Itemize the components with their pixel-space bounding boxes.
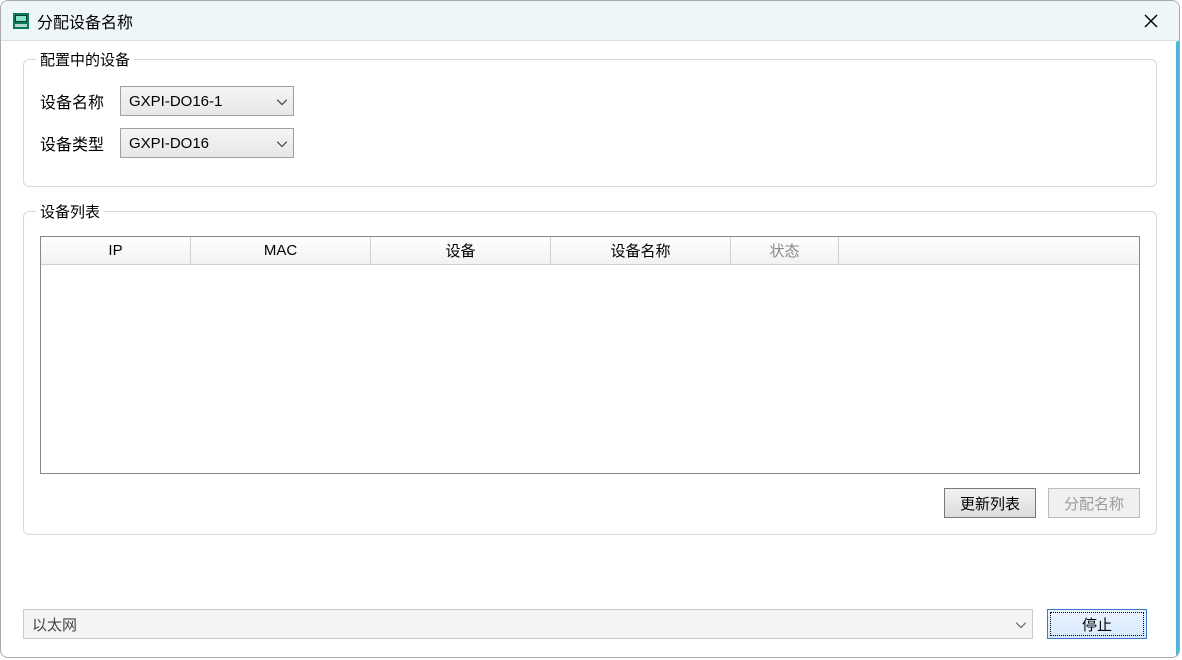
titlebar: 分配设备名称 [1, 1, 1179, 41]
device-list-groupbox: 设备列表 IP MAC 设备 设备名称 状态 更新列表 分配名称 [23, 211, 1157, 535]
chevron-down-icon [1016, 616, 1026, 633]
col-device[interactable]: 设备 [371, 237, 551, 265]
config-groupbox: 配置中的设备 设备名称 GXPI-DO16-1 设备类型 GXPI-DO16 [23, 59, 1157, 187]
device-name-value: GXPI-DO16-1 [129, 93, 222, 110]
network-interface-value: 以太网 [32, 614, 77, 635]
close-icon [1144, 14, 1158, 28]
assign-name-button: 分配名称 [1048, 488, 1140, 518]
window-title: 分配设备名称 [37, 9, 133, 33]
device-name-select[interactable]: GXPI-DO16-1 [120, 86, 294, 116]
chevron-down-icon [277, 135, 287, 152]
device-type-select[interactable]: GXPI-DO16 [120, 128, 294, 158]
label-device-name: 设备名称 [40, 89, 120, 113]
app-icon [13, 13, 29, 29]
label-device-type: 设备类型 [40, 131, 120, 155]
refresh-list-button[interactable]: 更新列表 [944, 488, 1036, 518]
device-list-legend: 设备列表 [36, 201, 104, 222]
stop-button[interactable]: 停止 [1047, 609, 1147, 639]
row-device-name: 设备名称 GXPI-DO16-1 [40, 86, 1140, 116]
close-button[interactable] [1131, 1, 1171, 41]
list-buttons: 更新列表 分配名称 [40, 488, 1140, 518]
network-interface-select[interactable]: 以太网 [23, 609, 1033, 639]
bottom-row: 以太网 停止 [23, 609, 1157, 639]
col-ip[interactable]: IP [41, 237, 191, 265]
table-header-row: IP MAC 设备 设备名称 状态 [41, 237, 1139, 265]
col-status[interactable]: 状态 [731, 237, 839, 265]
col-device-name[interactable]: 设备名称 [551, 237, 731, 265]
chevron-down-icon [277, 93, 287, 110]
dialog-window: 分配设备名称 配置中的设备 设备名称 GXPI-DO16-1 [0, 0, 1180, 658]
col-mac[interactable]: MAC [191, 237, 371, 265]
device-type-value: GXPI-DO16 [129, 135, 209, 152]
row-device-type: 设备类型 GXPI-DO16 [40, 128, 1140, 158]
device-table[interactable]: IP MAC 设备 设备名称 状态 [40, 236, 1140, 474]
dialog-body: 配置中的设备 设备名称 GXPI-DO16-1 设备类型 GXPI-DO16 [1, 41, 1179, 657]
config-legend: 配置中的设备 [36, 49, 134, 70]
col-spacer [839, 237, 1139, 265]
